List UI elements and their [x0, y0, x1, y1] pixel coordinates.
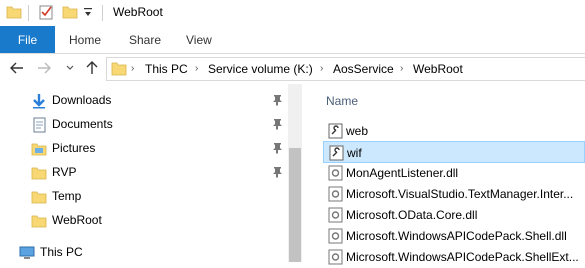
title-bar: WebRoot — [0, 0, 585, 26]
config-file-icon — [329, 145, 344, 161]
divider — [28, 5, 29, 21]
chevron-right-icon[interactable]: › — [400, 63, 403, 74]
folder-icon — [6, 4, 22, 23]
pin-icon[interactable] — [272, 94, 284, 106]
folder-icon — [31, 189, 47, 205]
file-list: Name web wif MonAgentListener.dll Micros… — [303, 84, 585, 265]
computer-icon — [19, 245, 35, 261]
scrollbar-thumb[interactable] — [289, 148, 301, 262]
breadcrumb-webroot[interactable]: WebRoot — [413, 62, 463, 76]
pin-icon[interactable] — [272, 118, 284, 130]
nav-item-documents[interactable]: Documents — [0, 113, 290, 137]
file-row[interactable]: Microsoft.WindowsAPICodePack.Shell.dll — [323, 225, 585, 247]
nav-item-label: This PC — [40, 245, 83, 259]
file-name: Microsoft.WindowsAPICodePack.Shell.dll — [346, 229, 567, 243]
nav-item-rvp[interactable]: RVP — [0, 161, 290, 185]
dll-file-icon — [328, 165, 343, 181]
back-arrow-icon[interactable] — [9, 60, 25, 76]
folder-icon — [31, 165, 47, 181]
nav-item-label: RVP — [52, 165, 77, 179]
up-arrow-icon[interactable] — [84, 60, 100, 76]
file-row[interactable]: Microsoft.OData.Core.dll — [323, 204, 585, 226]
navigation-pane: Downloads Documents Pictures RVP Temp We… — [0, 84, 290, 262]
file-row[interactable]: wif — [323, 141, 585, 163]
breadcrumb-service-volume[interactable]: Service volume (K:) — [208, 62, 313, 76]
nav-item-webroot[interactable]: WebRoot — [0, 209, 290, 233]
nav-item-pictures[interactable]: Pictures — [0, 137, 290, 161]
dll-file-icon — [328, 228, 343, 244]
file-name: MonAgentListener.dll — [346, 166, 459, 180]
nav-item-this-pc[interactable]: This PC — [0, 241, 278, 265]
ribbon: File Home Share View — [0, 26, 585, 54]
column-header-name[interactable]: Name — [326, 94, 358, 108]
nav-item-temp[interactable]: Temp — [0, 185, 290, 209]
config-file-icon — [328, 123, 343, 139]
tab-view[interactable]: View — [186, 26, 212, 53]
pin-icon[interactable] — [272, 142, 284, 154]
divider — [102, 5, 103, 21]
navigation-scrollbar[interactable] — [288, 84, 302, 262]
tab-share[interactable]: Share — [129, 26, 161, 53]
file-row[interactable]: MonAgentListener.dll — [323, 162, 585, 184]
download-arrow-icon — [31, 93, 47, 109]
file-row[interactable]: Microsoft.WindowsAPICodePack.ShellExt... — [323, 246, 585, 268]
documents-icon — [31, 117, 47, 133]
properties-icon[interactable] — [38, 4, 54, 23]
tab-file[interactable]: File — [0, 26, 55, 53]
file-row[interactable]: web — [323, 120, 585, 142]
nav-item-label: WebRoot — [52, 213, 102, 227]
breadcrumb-this-pc[interactable]: This PC — [145, 62, 188, 76]
file-name: wif — [347, 146, 362, 160]
breadcrumb-aosservice[interactable]: AosService — [333, 62, 394, 76]
file-name: Microsoft.VisualStudio.TextManager.Inter… — [346, 187, 574, 201]
dll-file-icon — [328, 186, 343, 202]
window-title: WebRoot — [113, 5, 163, 19]
file-name: web — [346, 124, 369, 138]
nav-item-label: Documents — [52, 117, 113, 131]
nav-item-label: Pictures — [52, 141, 96, 155]
dll-file-icon — [328, 207, 343, 223]
file-name: Microsoft.OData.Core.dll — [346, 208, 478, 222]
chevron-right-icon[interactable]: › — [131, 63, 134, 74]
new-folder-icon[interactable] — [62, 4, 78, 23]
nav-item-label: Downloads — [52, 93, 112, 107]
forward-arrow-icon[interactable] — [36, 60, 52, 76]
recent-locations-icon[interactable] — [62, 60, 78, 76]
nav-item-downloads[interactable]: Downloads — [0, 89, 290, 113]
folder-icon — [111, 61, 127, 79]
chevron-right-icon[interactable]: › — [195, 63, 198, 74]
pictures-icon — [31, 141, 47, 157]
pin-icon[interactable] — [272, 166, 284, 178]
dll-file-icon — [328, 249, 343, 265]
chevron-right-icon[interactable]: › — [320, 63, 323, 74]
navigation-bar: › This PC › Service volume (K:) › AosSer… — [0, 54, 585, 84]
customize-toolbar-icon[interactable] — [83, 6, 93, 21]
nav-item-label: Temp — [52, 189, 82, 203]
tab-home[interactable]: Home — [69, 26, 101, 53]
address-bar[interactable]: › This PC › Service volume (K:) › AosSer… — [106, 57, 585, 81]
folder-icon — [31, 213, 47, 229]
file-row[interactable]: Microsoft.VisualStudio.TextManager.Inter… — [323, 183, 585, 205]
